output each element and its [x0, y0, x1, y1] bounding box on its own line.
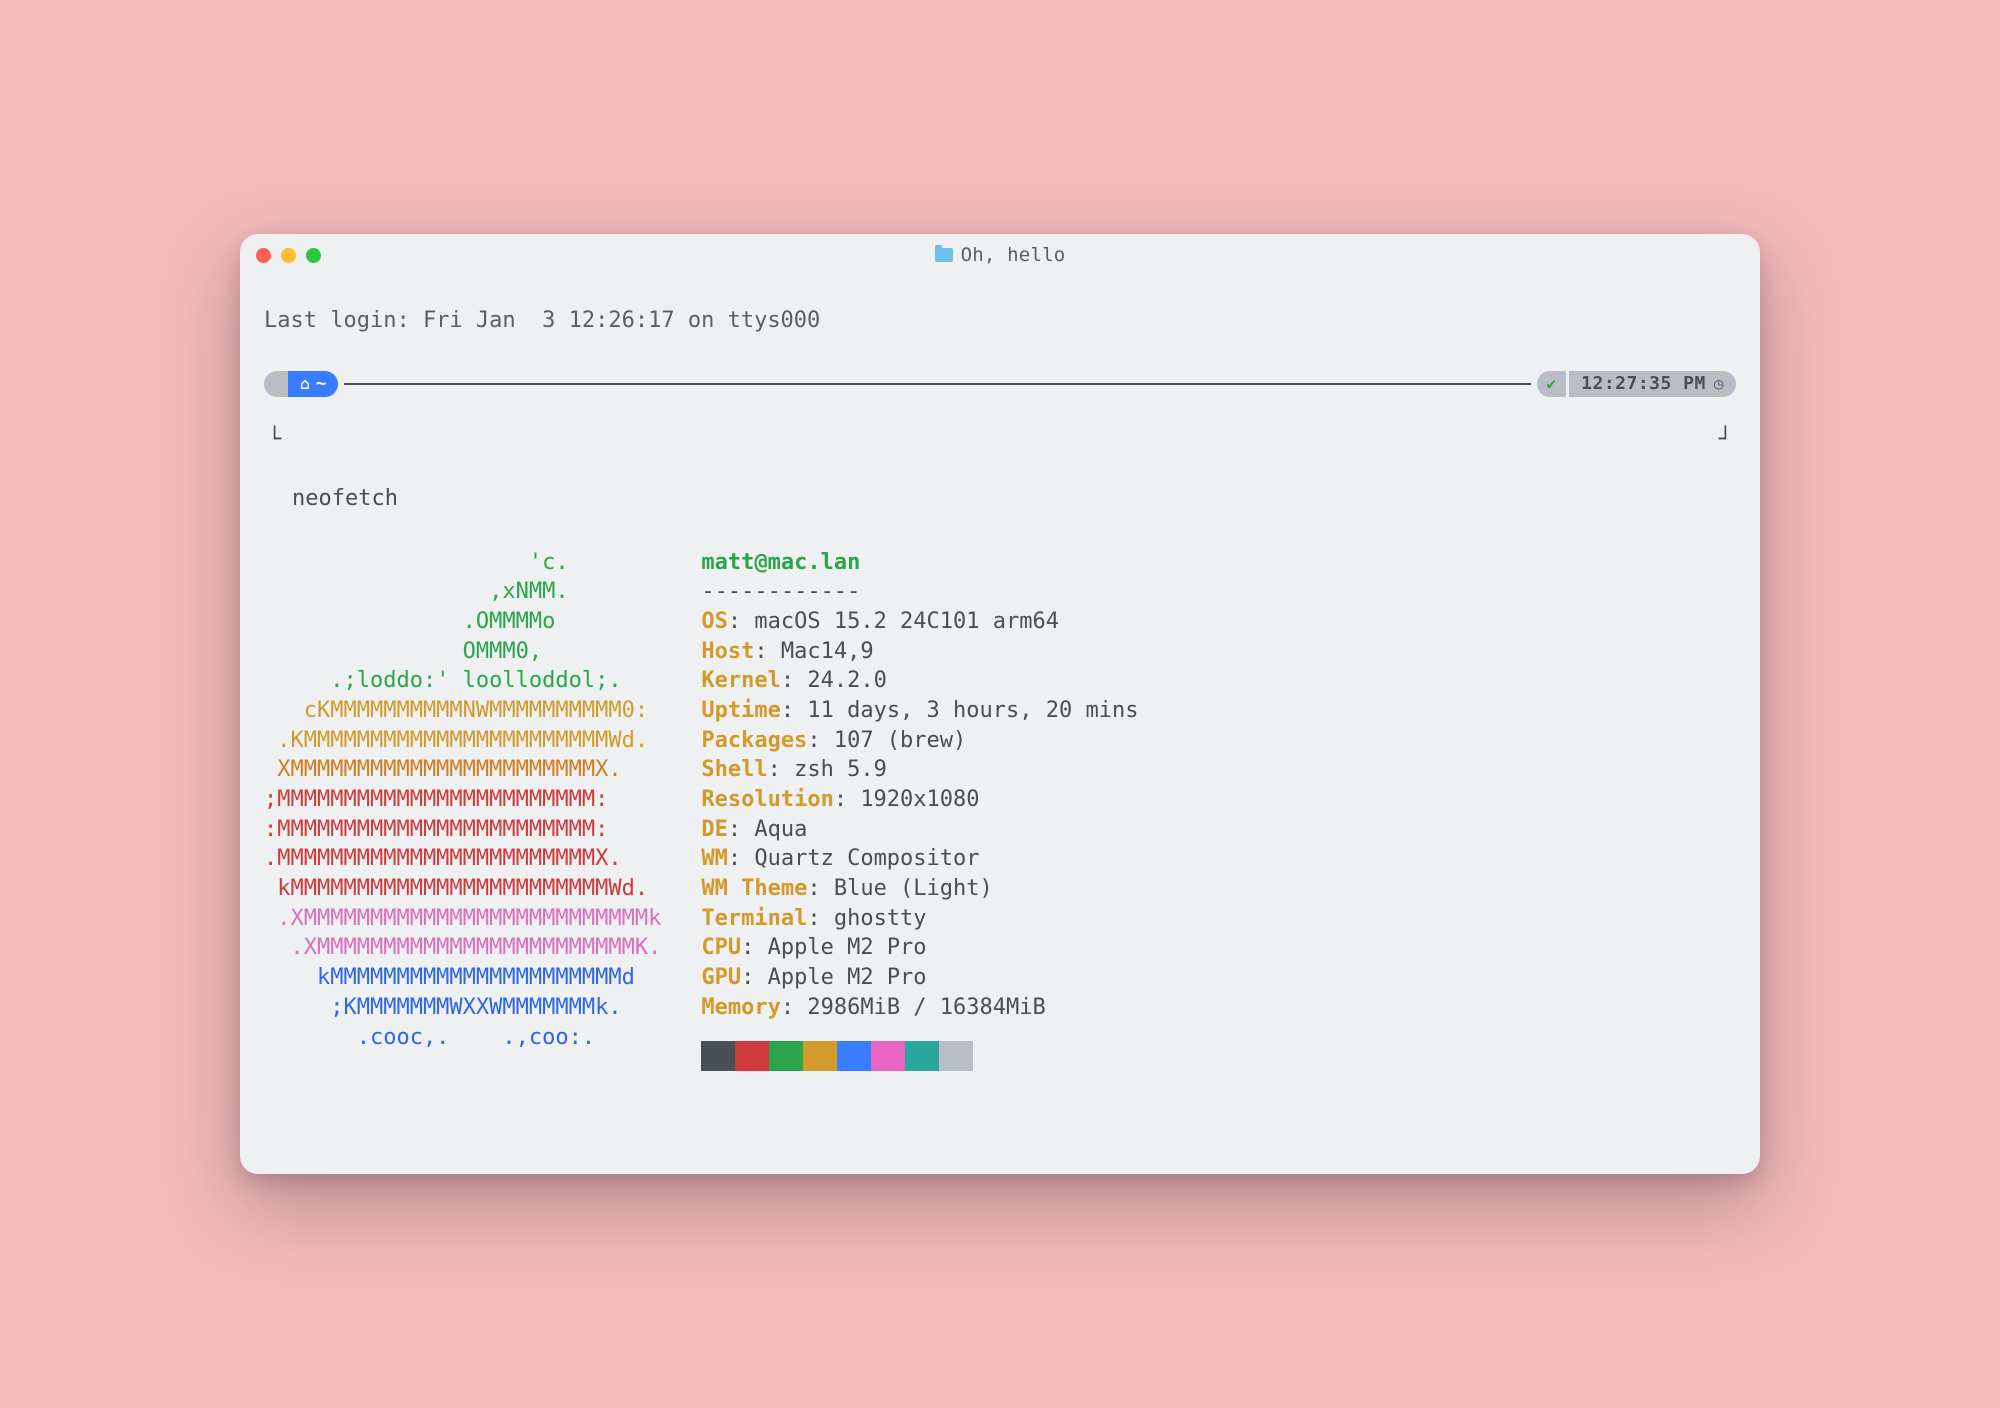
info-key-uptime: Uptime — [701, 698, 780, 723]
info-key-de: DE — [701, 817, 728, 842]
left-bracket: └ — [268, 425, 281, 455]
swatch-3 — [803, 1041, 837, 1071]
close-button[interactable] — [256, 248, 271, 263]
info-key-host: Host — [701, 639, 754, 664]
window-title: Oh, hello — [961, 244, 1066, 266]
info-key-kernel: Kernel — [701, 668, 780, 693]
traffic-lights — [256, 248, 321, 263]
swatch-2 — [769, 1041, 803, 1071]
info-key-terminal: Terminal — [701, 906, 807, 931]
check-icon: ✔ — [1547, 373, 1557, 395]
prompt-divider — [344, 383, 1530, 385]
info-val-os: macOS 15.2 24C101 arm64 — [754, 609, 1059, 634]
neofetch-output: 'c. ,xNMM. .OMMMMo OMMM0, .;loddo:' lool… — [264, 548, 1736, 1071]
info-val-host: Mac14,9 — [781, 639, 874, 664]
info-key-resolution: Resolution — [701, 787, 833, 812]
info-val-packages: 107 (brew) — [834, 728, 966, 753]
info-user: matt — [701, 550, 754, 575]
folder-icon — [935, 248, 953, 262]
info-key-cpu: CPU — [701, 935, 741, 960]
info-key-wm: WM — [701, 846, 728, 871]
last-login-line: Last login: Fri Jan 3 12:26:17 on ttys00… — [264, 306, 1736, 336]
right-bracket: ┘ — [1719, 425, 1732, 455]
swatch-1 — [735, 1041, 769, 1071]
system-info: matt@mac.lan ------------ OS: macOS 15.2… — [701, 548, 1138, 1071]
info-divider: ------------ — [701, 579, 860, 604]
info-val-cpu: Apple M2 Pro — [768, 935, 927, 960]
info-key-wmtheme: WM Theme — [701, 876, 807, 901]
swatch-0 — [701, 1041, 735, 1071]
info-val-terminal: ghostty — [834, 906, 927, 931]
info-val-de: Aqua — [754, 817, 807, 842]
terminal-window[interactable]: Oh, hello Last login: Fri Jan 3 12:26:17… — [240, 234, 1760, 1174]
info-val-gpu: Apple M2 Pro — [768, 965, 927, 990]
info-val-wmtheme: Blue (Light) — [834, 876, 993, 901]
clock-icon: ◷ — [1714, 373, 1724, 395]
ascii-logo: 'c. ,xNMM. .OMMMMo OMMM0, .;loddo:' lool… — [264, 548, 661, 1071]
info-host: mac.lan — [768, 550, 861, 575]
status-segment: ✔ — [1537, 371, 1567, 397]
color-swatches — [701, 1041, 1138, 1071]
info-val-wm: Quartz Compositor — [754, 846, 979, 871]
swatch-7 — [939, 1041, 973, 1071]
prompt-row-1: ⌂~ ✔12:27:35 PM◷ — [264, 371, 1736, 397]
os-segment — [264, 371, 288, 397]
info-key-packages: Packages — [701, 728, 807, 753]
titlebar[interactable]: Oh, hello — [240, 234, 1760, 276]
info-val-shell: zsh 5.9 — [794, 757, 887, 782]
swatch-4 — [837, 1041, 871, 1071]
time-text: 12:27:35 PM — [1581, 372, 1706, 396]
info-val-uptime: 11 days, 3 hours, 20 mins — [807, 698, 1138, 723]
time-segment: 12:27:35 PM ◷ — [1569, 371, 1736, 397]
info-val-memory: 2986MiB / 16384MiB — [807, 995, 1045, 1020]
zoom-button[interactable] — [306, 248, 321, 263]
swatch-6 — [905, 1041, 939, 1071]
info-key-shell: Shell — [701, 757, 767, 782]
cwd-segment: ⌂~ — [288, 371, 338, 397]
minimize-button[interactable] — [281, 248, 296, 263]
info-key-gpu: GPU — [701, 965, 741, 990]
swatch-5 — [871, 1041, 905, 1071]
info-val-kernel: 24.2.0 — [807, 668, 886, 693]
cwd-text: ~ — [316, 372, 327, 396]
command-line: neofetch — [264, 484, 1736, 514]
info-key-os: OS — [701, 609, 728, 634]
info-val-resolution: 1920x1080 — [860, 787, 979, 812]
terminal-body[interactable]: Last login: Fri Jan 3 12:26:17 on ttys00… — [240, 276, 1760, 1174]
home-icon: ⌂ — [300, 373, 310, 395]
info-key-memory: Memory — [701, 995, 780, 1020]
